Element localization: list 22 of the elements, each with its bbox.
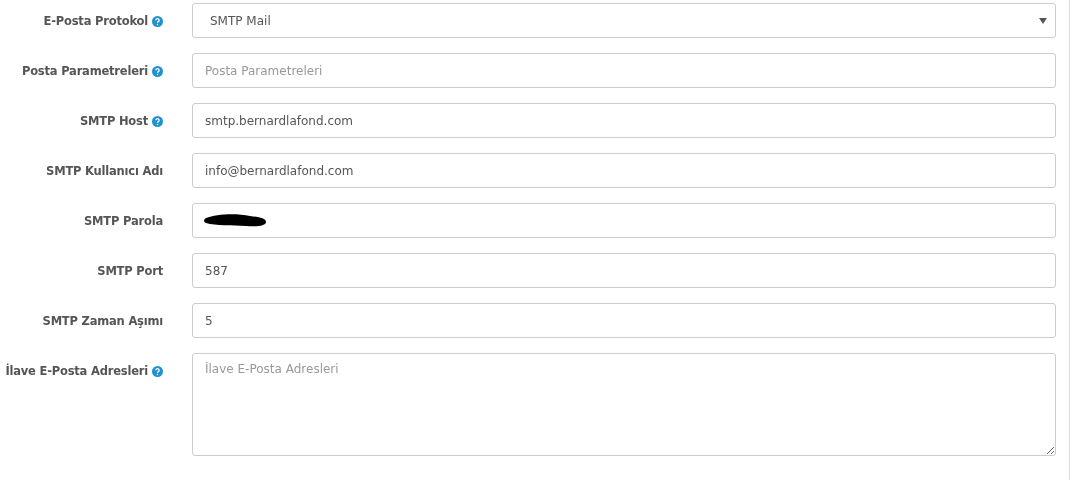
password-field[interactable] <box>192 203 1056 238</box>
help-icon[interactable] <box>152 65 163 77</box>
caret-icon <box>1039 17 1047 24</box>
help-icon[interactable] <box>152 115 163 127</box>
field-label: SMTP Zaman Aşımı <box>42 314 163 328</box>
protocol-select[interactable]: SMTP Mail <box>192 3 1056 38</box>
field-label: İlave E-Posta Adresleri <box>5 364 148 378</box>
text-area[interactable]: İlave E-Posta Adresleri <box>192 353 1056 456</box>
input-field[interactable]: smtp.bernardlafond.com <box>192 103 1056 138</box>
field-label: SMTP Host <box>79 114 148 128</box>
help-icon[interactable] <box>152 365 163 377</box>
help-icon[interactable] <box>152 15 163 27</box>
field-label: SMTP Kullanıcı Adı <box>46 164 163 178</box>
input-field[interactable]: 5 <box>192 303 1056 338</box>
redaction-mark <box>204 212 268 228</box>
input-field[interactable]: info@bernardlafond.com <box>192 153 1056 188</box>
input-field[interactable]: Posta Parametreleri <box>192 53 1056 88</box>
input-field[interactable]: 587 <box>192 253 1056 288</box>
field-label: SMTP Parola <box>84 214 163 228</box>
field-label: E-Posta Protokol <box>43 14 148 28</box>
field-label: Posta Parametreleri <box>21 64 148 78</box>
field-label: SMTP Port <box>97 264 163 278</box>
